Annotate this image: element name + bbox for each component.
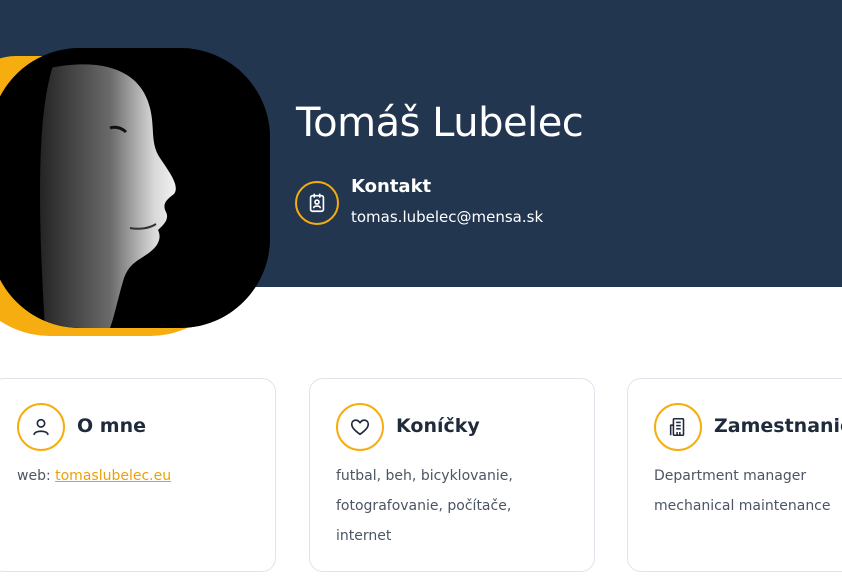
- hobbies-body: futbal, beh, bicyklovanie, fotografovani…: [336, 461, 584, 551]
- portrait-image: [0, 48, 270, 328]
- job-card: Zamestnanie Department manager mechanica…: [627, 378, 842, 572]
- profile-header: Tomáš Lubelec Kontakt tomas.lubelec@mens…: [0, 0, 842, 336]
- profile-name: Tomáš Lubelec: [296, 100, 584, 146]
- hobbies-line: fotografovanie, počítače,: [336, 498, 512, 514]
- website-link[interactable]: tomaslubelec.eu: [55, 468, 171, 484]
- web-label: web:: [17, 468, 56, 484]
- job-line: Department manager: [654, 468, 807, 484]
- about-body: web: tomaslubelec.eu: [17, 461, 265, 491]
- user-icon: [17, 403, 65, 451]
- profile-photo-wrapper: [0, 48, 270, 336]
- building-icon: [654, 403, 702, 451]
- job-body: Department manager mechanical maintenanc…: [654, 461, 842, 521]
- hobbies-title: Koníčky: [396, 415, 480, 437]
- contact-title: Kontakt: [351, 176, 432, 197]
- hobbies-line: internet: [336, 528, 392, 544]
- contact-email-link[interactable]: tomas.lubelec@mensa.sk: [351, 208, 543, 226]
- hobbies-line: futbal, beh, bicyklovanie,: [336, 468, 513, 484]
- contact-card-icon: [295, 181, 339, 225]
- job-title: Zamestnanie: [714, 415, 842, 437]
- hobbies-card: Koníčky futbal, beh, bicyklovanie, fotog…: [309, 378, 595, 572]
- about-title: O mne: [77, 415, 146, 437]
- about-card: O mne web: tomaslubelec.eu: [0, 378, 276, 572]
- profile-photo: [0, 48, 270, 328]
- heart-icon: [336, 403, 384, 451]
- job-line: mechanical maintenance: [654, 498, 831, 514]
